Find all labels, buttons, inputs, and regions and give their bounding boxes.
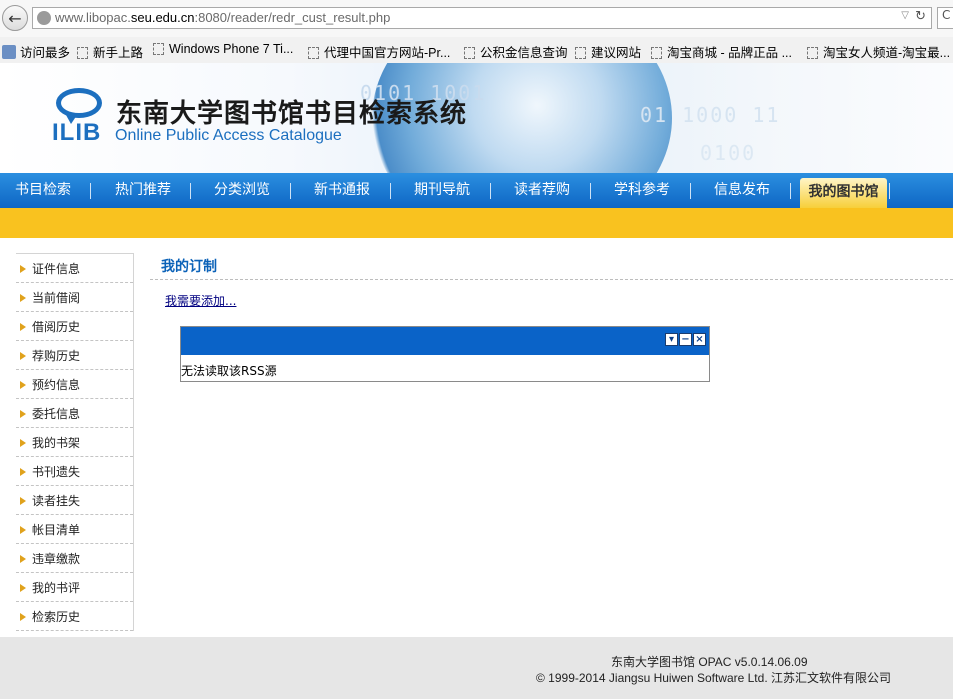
rss-error-message: 无法读取该RSS源 [181, 364, 277, 378]
bookmark-item[interactable]: 代理中国官方网站-Pr... [308, 42, 450, 61]
nav-separator [90, 183, 91, 199]
arrow-right-icon [20, 352, 26, 360]
bookmark-item[interactable]: 淘宝女人频道-淘宝最... [807, 42, 950, 61]
footer-copyright: © 1999-2014 Jiangsu Huiwen Software Ltd.… [536, 671, 891, 685]
sidebar-item-my-bookshelf[interactable]: 我的书架 [16, 428, 133, 457]
back-arrow-icon[interactable]: ← [2, 5, 28, 31]
page-icon [464, 47, 475, 59]
bookmark-item[interactable]: 新手上路 [77, 42, 143, 61]
arrow-right-icon [20, 294, 26, 302]
site-banner: 0101 1001 01 1000 11 0100 ILIB 东南大学图书馆书目… [0, 63, 953, 173]
arrow-right-icon [20, 410, 26, 418]
address-bar[interactable]: www.libopac.seu.edu.cn:8080/reader/redr_… [32, 7, 932, 29]
dropdown-arrow-icon[interactable]: ▽ [901, 10, 909, 21]
url-text: www.libopac.seu.edu.cn:8080/reader/redr_… [55, 10, 391, 25]
sidebar-item-lost-items[interactable]: 书刊遗失 [16, 457, 133, 486]
nav-separator [889, 183, 890, 199]
sidebar-menu: 证件信息 当前借阅 借阅历史 荐购历史 预约信息 委托信息 我的书架 书刊遗失 … [16, 253, 134, 631]
sidebar-item-loan-history[interactable]: 借阅历史 [16, 312, 133, 341]
main-nav: 书目检索 热门推荐 分类浏览 新书通报 期刊导航 读者荐购 学科参考 信息发布 … [0, 173, 953, 208]
logo-bubble-icon [56, 88, 102, 118]
page-footer: 东南大学图书馆 OPAC v5.0.14.06.09 © 1999-2014 J… [0, 637, 953, 699]
nav-separator [290, 183, 291, 199]
bookmarks-bar: 访问最多 新手上路 Windows Phone 7 Ti... 代理中国官方网站… [0, 37, 953, 64]
sidebar-item-my-reviews[interactable]: 我的书评 [16, 573, 133, 602]
sidebar-item-recommend-history[interactable]: 荐购历史 [16, 341, 133, 370]
nav-item-hot-picks[interactable]: 热门推荐 [100, 173, 186, 208]
nav-separator [490, 183, 491, 199]
sidebar-item-search-history[interactable]: 检索历史 [16, 602, 133, 631]
sidebar-item-fine-payment[interactable]: 违章缴款 [16, 544, 133, 573]
bookmark-item[interactable]: Windows Phone 7 Ti... [153, 42, 293, 56]
sidebar-item-current-loans[interactable]: 当前借阅 [16, 283, 133, 312]
bookmark-item[interactable]: 淘宝商城 - 品牌正品 ... [651, 42, 792, 61]
arrow-right-icon [20, 555, 26, 563]
nav-separator [190, 183, 191, 199]
sidebar-item-report-loss[interactable]: 读者挂失 [16, 486, 133, 515]
arrow-right-icon [20, 584, 26, 592]
footer-version: 东南大学图书馆 OPAC v5.0.14.06.09 [611, 655, 808, 669]
add-subscription-link[interactable]: 我需要添加... [165, 292, 236, 309]
nav-separator [790, 183, 791, 199]
nav-item-my-library[interactable]: 我的图书馆 [800, 178, 887, 208]
bookmark-item[interactable]: 公积金信息查询 [464, 42, 568, 61]
rss-widget-header: ▾ − × [181, 327, 709, 355]
search-box[interactable]: C [937, 7, 953, 29]
arrow-right-icon [20, 613, 26, 621]
site-title: 东南大学图书馆书目检索系统 [116, 99, 468, 129]
nav-item-announcements[interactable]: 信息发布 [699, 173, 785, 208]
sidebar-item-delegations[interactable]: 委托信息 [16, 399, 133, 428]
sidebar-item-account-statement[interactable]: 帐目清单 [16, 515, 133, 544]
nav-item-classified-browse[interactable]: 分类浏览 [199, 173, 285, 208]
subnav-bar [0, 208, 953, 238]
binary-decoration: 0100 [700, 141, 757, 165]
arrow-right-icon [20, 497, 26, 505]
page-icon [575, 47, 586, 59]
nav-item-subject-reference[interactable]: 学科参考 [599, 173, 685, 208]
sidebar-item-certificate-info[interactable]: 证件信息 [16, 254, 133, 283]
globe-icon [37, 11, 51, 25]
nav-separator [690, 183, 691, 199]
collapse-icon[interactable]: ▾ [665, 333, 678, 346]
bookmark-most-visited[interactable]: 访问最多 [2, 42, 70, 61]
nav-item-reader-recommend[interactable]: 读者荐购 [499, 173, 585, 208]
close-icon[interactable]: × [693, 333, 706, 346]
page-icon [77, 47, 88, 59]
rss-widget: ▾ − × 无法读取该RSS源 [180, 326, 710, 382]
sidebar-item-reservations[interactable]: 预约信息 [16, 370, 133, 399]
arrow-right-icon [20, 526, 26, 534]
arrow-right-icon [20, 265, 26, 273]
arrow-right-icon [20, 439, 26, 447]
page-icon [651, 47, 662, 59]
nav-separator [390, 183, 391, 199]
arrow-right-icon [20, 323, 26, 331]
site-subtitle: Online Public Access Catalogue [115, 127, 342, 144]
arrow-right-icon [20, 381, 26, 389]
logo-text: ILIB [52, 119, 102, 146]
bookmark-icon [2, 45, 16, 59]
arrow-right-icon [20, 468, 26, 476]
nav-item-new-books[interactable]: 新书通报 [299, 173, 385, 208]
browser-toolbar: ← www.libopac.seu.edu.cn:8080/reader/red… [0, 0, 953, 37]
binary-decoration: 01 1000 11 [640, 103, 781, 127]
nav-separator [590, 183, 591, 199]
minimize-icon[interactable]: − [679, 333, 692, 346]
page-title: 我的订制 [161, 259, 217, 275]
bookmark-item[interactable]: 建议网站 [575, 42, 641, 61]
page-icon [807, 47, 818, 59]
page-icon [153, 43, 164, 55]
page-icon [308, 47, 319, 59]
reload-icon[interactable]: ↻ [915, 9, 926, 24]
title-divider [150, 279, 953, 280]
nav-item-catalog-search[interactable]: 书目检索 [0, 173, 86, 208]
nav-item-journal-nav[interactable]: 期刊导航 [399, 173, 485, 208]
